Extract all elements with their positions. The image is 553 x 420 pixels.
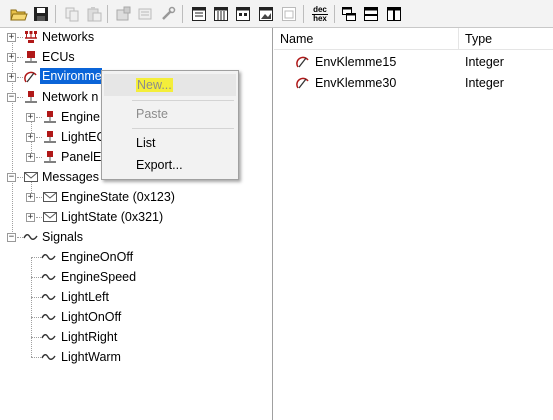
view-columns-icon[interactable]	[211, 4, 231, 24]
list-item-name: EnvKlemme15	[315, 55, 397, 69]
signal-wave-icon	[23, 229, 39, 245]
menu-item-export-label: Export...	[136, 158, 183, 172]
column-header-type[interactable]: Type	[459, 28, 553, 50]
properties-icon[interactable]	[135, 4, 155, 24]
menu-item-export[interactable]: Export...	[104, 154, 236, 176]
signal-wave-icon	[41, 349, 57, 365]
tree-item-node-light[interactable]: LightEC	[61, 130, 105, 144]
environment-gauge-icon	[296, 77, 309, 89]
context-menu: New... Paste List Export...	[101, 70, 239, 180]
view-grid-icon[interactable]	[233, 4, 253, 24]
view-image-icon[interactable]	[256, 4, 276, 24]
tree-item-node-engine[interactable]: Engine	[61, 110, 100, 124]
signal-wave-icon	[41, 269, 57, 285]
view-overview-icon[interactable]	[279, 4, 299, 24]
tree-item-signal[interactable]: EngineOnOff	[61, 250, 133, 264]
tree-item-msg-engine-state[interactable]: EngineState (0x123)	[61, 190, 175, 204]
dec-hex-icon[interactable]: dec hex	[309, 4, 331, 24]
view-tree-icon[interactable]	[189, 4, 209, 24]
open-folder-icon[interactable]	[9, 4, 29, 24]
expand-node-light[interactable]: +	[26, 133, 35, 142]
menu-item-list[interactable]: List	[104, 132, 236, 154]
details-list[interactable]: Name Type EnvKlemme15 Integer EnvKlemme3…	[274, 28, 553, 420]
signal-wave-icon	[41, 289, 57, 305]
ecu-node-icon	[42, 109, 58, 125]
signal-wave-icon	[41, 309, 57, 325]
save-icon[interactable]	[31, 4, 51, 24]
tools-icon[interactable]	[158, 4, 178, 24]
signal-wave-icon	[41, 249, 57, 265]
dec-label: dec	[313, 4, 327, 14]
menu-item-paste-label: Paste	[136, 107, 168, 121]
network-node-icon	[23, 89, 39, 105]
tree-item-msg-light-state[interactable]: LightState (0x321)	[61, 210, 163, 224]
ecu-node-icon	[42, 149, 58, 165]
tree-item-ecus[interactable]: ECUs	[42, 50, 75, 64]
paste-icon[interactable]	[84, 4, 104, 24]
tree-item-environment[interactable]: Environme	[40, 68, 102, 84]
tree-item-signal[interactable]: LightRight	[61, 330, 117, 344]
tree-item-signals[interactable]: Signals	[42, 230, 83, 244]
menu-item-paste[interactable]: Paste	[104, 103, 236, 125]
expand-signals[interactable]: −	[7, 233, 16, 242]
expand-networks[interactable]: +	[7, 33, 16, 42]
environment-gauge-icon	[23, 69, 39, 85]
expand-ecus[interactable]: +	[7, 53, 16, 62]
envelope-icon	[42, 189, 58, 205]
expand-msg-engine-state[interactable]: +	[26, 193, 35, 202]
list-item-type: Integer	[465, 76, 504, 90]
menu-item-list-label: List	[136, 136, 156, 150]
tree-item-networks[interactable]: Networks	[42, 30, 94, 44]
envelope-icon	[23, 169, 39, 185]
expand-node-engine[interactable]: +	[26, 113, 35, 122]
new-node-icon[interactable]	[113, 4, 133, 24]
list-item[interactable]: EnvKlemme15	[296, 52, 396, 72]
ecu-node-icon	[42, 129, 58, 145]
expand-network-nodes[interactable]: −	[7, 93, 16, 102]
list-item-type: Integer	[465, 55, 504, 69]
column-header-name[interactable]: Name	[274, 28, 458, 50]
list-item-name: EnvKlemme30	[315, 76, 397, 90]
tree-item-signal[interactable]: EngineSpeed	[61, 270, 136, 284]
network-icon	[23, 29, 39, 45]
tree-item-signal[interactable]: LightOnOff	[61, 310, 121, 324]
layout-horizontal-icon[interactable]	[361, 4, 381, 24]
hex-label: hex	[313, 13, 327, 23]
toolbar: dec hex	[0, 0, 553, 28]
expand-environment[interactable]: +	[7, 73, 16, 82]
tree-item-signal[interactable]: LightWarm	[61, 350, 121, 364]
copy-icon[interactable]	[62, 4, 82, 24]
tree-item-messages[interactable]: Messages	[42, 170, 99, 184]
environment-gauge-icon	[296, 56, 309, 68]
tree-item-signal[interactable]: LightLeft	[61, 290, 109, 304]
menu-item-new[interactable]: New...	[104, 74, 236, 96]
layout-vertical-icon[interactable]	[384, 4, 404, 24]
expand-msg-light-state[interactable]: +	[26, 213, 35, 222]
list-item[interactable]: EnvKlemme30	[296, 73, 396, 93]
signal-wave-icon	[41, 329, 57, 345]
expand-node-panel[interactable]: +	[26, 153, 35, 162]
layout-cascade-icon[interactable]	[339, 4, 359, 24]
ecu-icon	[23, 49, 39, 65]
expand-messages[interactable]: −	[7, 173, 16, 182]
tree-item-network-nodes[interactable]: Network n	[42, 90, 98, 104]
envelope-icon	[42, 209, 58, 225]
menu-item-new-label: New...	[136, 78, 173, 92]
